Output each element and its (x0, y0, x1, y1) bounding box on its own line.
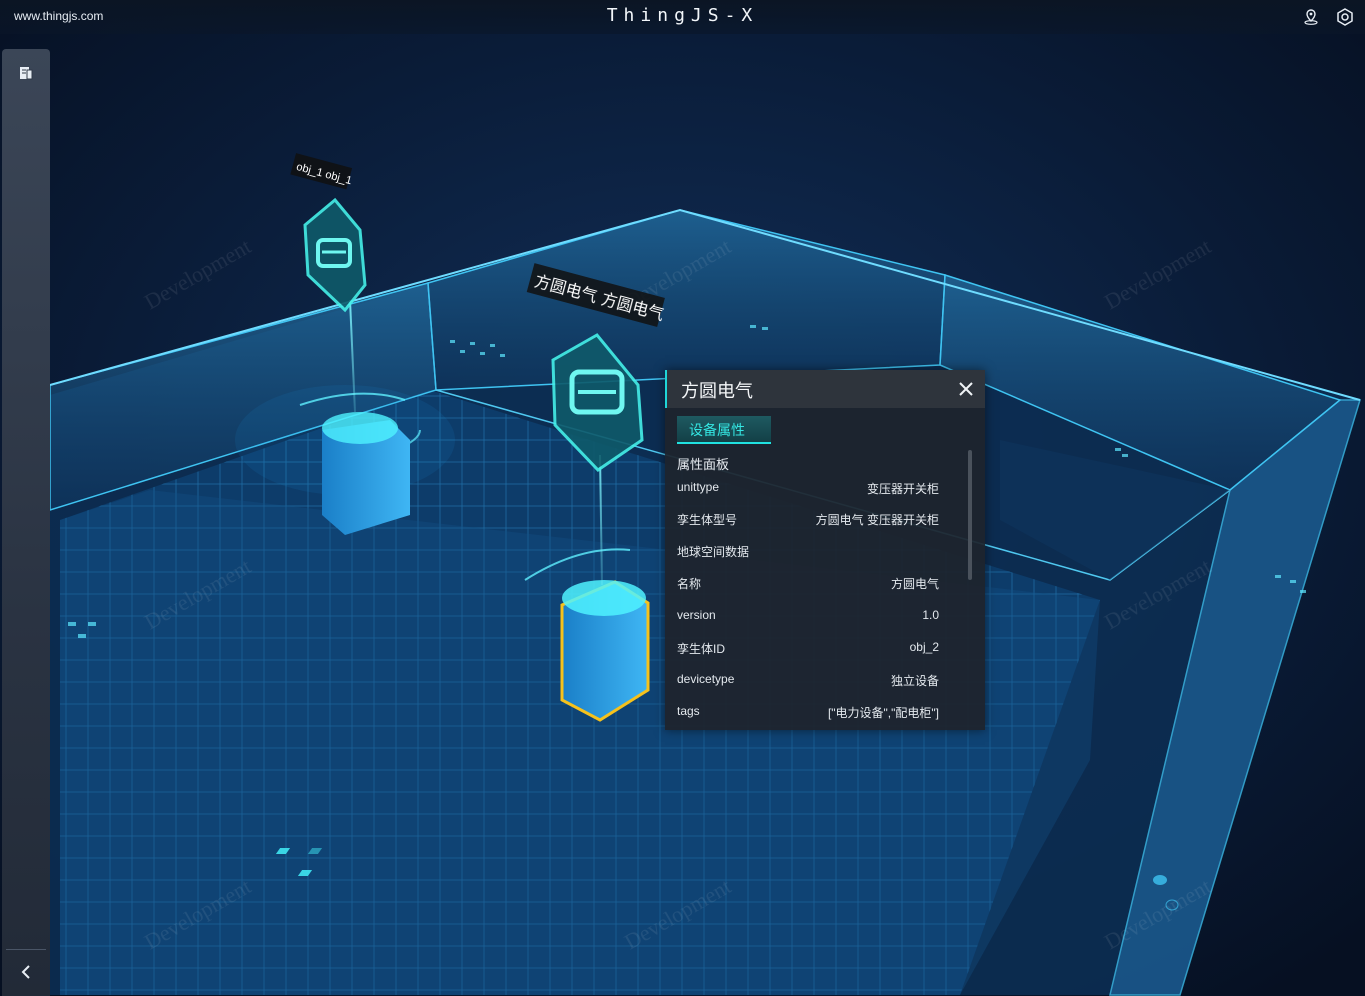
property-value: ["电力设备","配电柜"] (827, 706, 939, 720)
property-value: 变压器开关柜 (866, 482, 939, 496)
property-value: 独立设备 (890, 674, 939, 688)
tab-device-properties-label: 设备属性 (689, 422, 745, 438)
property-value: 方圆电气 变压器开关柜 (815, 513, 939, 527)
property-row: 地球空间数据 (677, 543, 939, 563)
property-key: 孪生体ID (677, 642, 726, 656)
property-key: devicetype (677, 672, 735, 686)
panel-header: 方圆电气 (665, 370, 985, 408)
property-key: tags (677, 704, 700, 718)
property-key: 地球空间数据 (677, 545, 750, 559)
chevron-left-icon[interactable] (16, 961, 36, 983)
property-key: version (677, 608, 716, 622)
top-bar: www.thingjs.com ThingJS-X (0, 0, 1365, 34)
close-icon[interactable] (956, 379, 976, 399)
property-row: unittype 变压器开关柜 (677, 480, 939, 500)
sidebar-divider (6, 949, 46, 950)
left-sidebar (2, 49, 50, 996)
properties-panel: 方圆电气 设备属性 属性面板 unittype 变压器开关柜 孪生体型号 方圆电… (665, 370, 985, 730)
property-row: 名称 方圆电气 (677, 575, 939, 595)
document-icon[interactable] (18, 65, 34, 81)
floor-marker (1153, 875, 1167, 885)
panel-title: 方圆电气 (681, 381, 753, 402)
property-row: 孪生体ID obj_2 (677, 640, 939, 660)
property-key: 孪生体型号 (677, 513, 738, 527)
settings-hex-icon[interactable] (1335, 7, 1355, 27)
property-value: obj_2 (909, 640, 939, 654)
panel-scrollbar[interactable] (968, 450, 972, 580)
property-value: 1.0 (922, 608, 939, 622)
group-title: 属性面板 (677, 457, 730, 472)
property-row: 孪生体型号 方圆电气 变压器开关柜 (677, 511, 939, 531)
property-row: tags ["电力设备","配电柜"] (677, 704, 939, 724)
property-row: devicetype 独立设备 (677, 672, 939, 692)
tab-device-properties[interactable]: 设备属性 (677, 416, 771, 444)
property-key: unittype (677, 480, 720, 494)
location-pin-icon[interactable] (1301, 7, 1321, 27)
property-value: 方圆电气 (890, 577, 939, 591)
property-row: version 1.0 (677, 608, 939, 628)
property-key: 名称 (677, 577, 702, 591)
app-title: ThingJS-X (606, 5, 759, 26)
